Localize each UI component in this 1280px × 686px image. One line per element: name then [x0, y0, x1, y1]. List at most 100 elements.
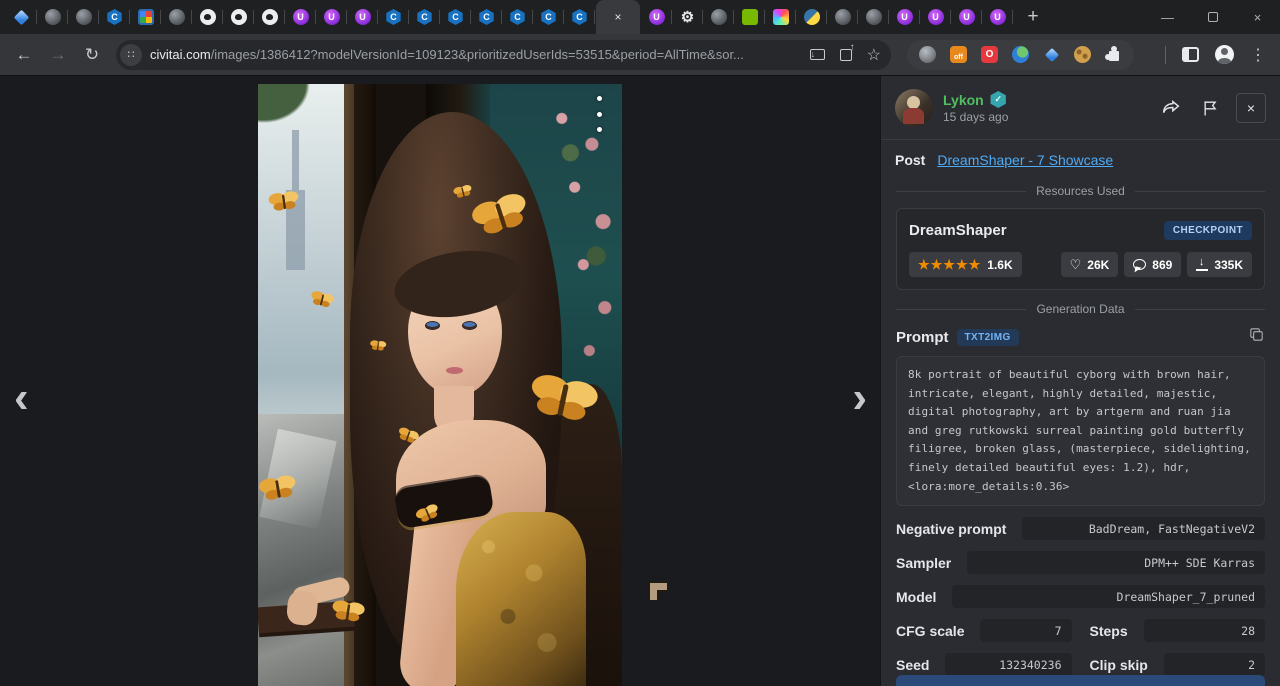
previous-image-button[interactable]: ‹	[14, 376, 29, 420]
close-panel-button[interactable]: ×	[1236, 93, 1266, 123]
pinned-tab-globe[interactable]	[161, 0, 192, 34]
star-rating-icon: ★★★★★	[918, 257, 981, 273]
profile-avatar-icon[interactable]	[1215, 45, 1234, 64]
tab-active-civitai[interactable]: ×	[596, 0, 640, 34]
pinned-tab-civitai[interactable]	[378, 0, 409, 34]
close-window-button[interactable]: ×	[1235, 0, 1280, 34]
forward-button[interactable]: →	[44, 41, 72, 69]
github-icon	[262, 9, 278, 25]
puzzle-icon[interactable]	[1105, 46, 1122, 63]
user-avatar[interactable]	[895, 89, 933, 127]
tab-close-icon[interactable]: ×	[614, 10, 621, 24]
sapphire-icon	[14, 9, 30, 25]
side-panel-icon[interactable]	[1182, 47, 1199, 62]
restore-button[interactable]	[1190, 0, 1235, 34]
pinned-tab-ultralytics[interactable]	[920, 0, 951, 34]
pinned-tab-civitai[interactable]	[471, 0, 502, 34]
pinned-tab-civitai[interactable]	[440, 0, 471, 34]
pinned-tab-sapphire[interactable]	[6, 0, 37, 34]
resource-card[interactable]: DreamShaper CHECKPOINT ★★★★★ 1.6K ♡ 26K	[896, 208, 1265, 290]
negative-prompt-value[interactable]: BadDream, FastNegativeV2	[1022, 517, 1265, 540]
civitai-icon	[541, 9, 557, 25]
user-info: Lykon ✓ 15 days ago	[943, 91, 1156, 124]
pinned-tab-civitai[interactable]	[99, 0, 130, 34]
pinned-tab-github[interactable]	[223, 0, 254, 34]
next-image-button[interactable]: ›	[852, 376, 867, 420]
reload-button[interactable]: ↻	[78, 41, 106, 69]
negative-prompt-row: Negative prompt BadDream, FastNegativeV2	[896, 517, 1265, 540]
post-link[interactable]: DreamShaper - 7 Showcase	[937, 152, 1113, 168]
pinned-tab-github[interactable]	[254, 0, 285, 34]
pinned-tab-ultralytics[interactable]	[951, 0, 982, 34]
browser-toolbar: ← → ↻ ∷ civitai.com/images/1386412?model…	[0, 34, 1280, 76]
sampler-row: Sampler DPM++ SDE Karras	[896, 551, 1265, 574]
prompt-text[interactable]: 8k portrait of beautiful cyborg with bro…	[896, 356, 1265, 506]
cookie-icon[interactable]	[1074, 46, 1091, 63]
globe-icon	[45, 9, 61, 25]
copy-prompt-icon[interactable]	[1248, 326, 1265, 348]
clip-skip-value[interactable]: 2	[1164, 653, 1265, 676]
sampler-value[interactable]: DPM++ SDE Karras	[967, 551, 1265, 574]
pinned-tab-ultralytics[interactable]	[641, 0, 672, 34]
ultralytics-icon	[355, 9, 371, 25]
steps-value[interactable]: 28	[1144, 619, 1265, 642]
likes-pill[interactable]: ♡ 26K	[1061, 252, 1119, 277]
pinned-tab-ultralytics[interactable]	[347, 0, 378, 34]
page-content: ‹ ›	[0, 76, 1280, 686]
pinned-tab-globe[interactable]	[827, 0, 858, 34]
report-flag-button[interactable]	[1196, 93, 1226, 123]
url-text[interactable]: civitai.com/images/1386412?modelVersionI…	[150, 47, 802, 62]
seed-value[interactable]: 132340236	[945, 653, 1071, 676]
pinned-tab-globe[interactable]	[68, 0, 99, 34]
browser-menu-icon[interactable]: ⋮	[1250, 45, 1266, 65]
share-page-icon[interactable]	[840, 49, 852, 61]
model-value[interactable]: DreamShaper_7_pruned	[952, 585, 1265, 608]
pinned-tab-python[interactable]	[796, 0, 827, 34]
back-button[interactable]: ←	[10, 41, 38, 69]
prompt-label: Prompt	[896, 329, 949, 346]
pinned-tab-ultralytics[interactable]	[285, 0, 316, 34]
pinned-tab-nvidia[interactable]	[734, 0, 765, 34]
pinned-tab-ultralytics[interactable]	[316, 0, 347, 34]
rating-pill[interactable]: ★★★★★ 1.6K	[909, 252, 1022, 277]
pinned-tab-civitai[interactable]	[564, 0, 595, 34]
likes-count: 26K	[1087, 258, 1109, 272]
address-bar[interactable]: ∷ civitai.com/images/1386412?modelVersio…	[116, 40, 891, 70]
pinned-tab-gear[interactable]	[672, 0, 703, 34]
ultralytics-icon	[928, 9, 944, 25]
install-app-icon[interactable]	[810, 49, 825, 60]
minimize-button[interactable]: —	[1145, 0, 1190, 34]
off-toggle-icon[interactable]: off	[950, 46, 967, 63]
copy-generation-data-button[interactable]	[896, 675, 1265, 686]
cfg-steps-row: CFG scale 7 Steps 28	[896, 619, 1265, 642]
globe-icon[interactable]	[919, 46, 936, 63]
model-label: Model	[896, 589, 936, 605]
username-link[interactable]: Lykon	[943, 92, 984, 108]
pinned-tab-civitai[interactable]	[409, 0, 440, 34]
civitai-icon	[479, 9, 495, 25]
image-options-menu-icon[interactable]	[590, 94, 608, 134]
pinned-tab-ultralytics[interactable]	[982, 0, 1013, 34]
opera-icon[interactable]	[981, 46, 998, 63]
nvidia-icon	[742, 9, 758, 25]
pinned-tab-globe[interactable]	[37, 0, 68, 34]
site-info-icon[interactable]: ∷	[120, 44, 142, 66]
pinned-tab-globe[interactable]	[703, 0, 734, 34]
pinned-tab-github[interactable]	[192, 0, 223, 34]
cfg-scale-value[interactable]: 7	[980, 619, 1071, 642]
pinned-tab-store[interactable]	[130, 0, 161, 34]
comments-pill[interactable]: 869	[1124, 252, 1181, 277]
pinned-tab-civitai[interactable]	[533, 0, 564, 34]
share-button[interactable]	[1156, 93, 1186, 123]
pinned-tab-ultralytics[interactable]	[889, 0, 920, 34]
bookmark-star-icon[interactable]: ☆	[867, 45, 881, 65]
pinned-tab-prism[interactable]	[765, 0, 796, 34]
generated-artwork-image[interactable]	[258, 84, 622, 686]
pinned-tab-civitai[interactable]	[502, 0, 533, 34]
pinned-tab-globe[interactable]	[858, 0, 889, 34]
world-icon[interactable]	[1012, 46, 1029, 63]
url-path: /images/1386412?modelVersionId=109123&pr…	[211, 47, 744, 62]
gem-icon[interactable]	[1043, 46, 1060, 63]
downloads-pill[interactable]: 335K	[1187, 252, 1252, 277]
new-tab-button[interactable]: +	[1019, 3, 1047, 31]
